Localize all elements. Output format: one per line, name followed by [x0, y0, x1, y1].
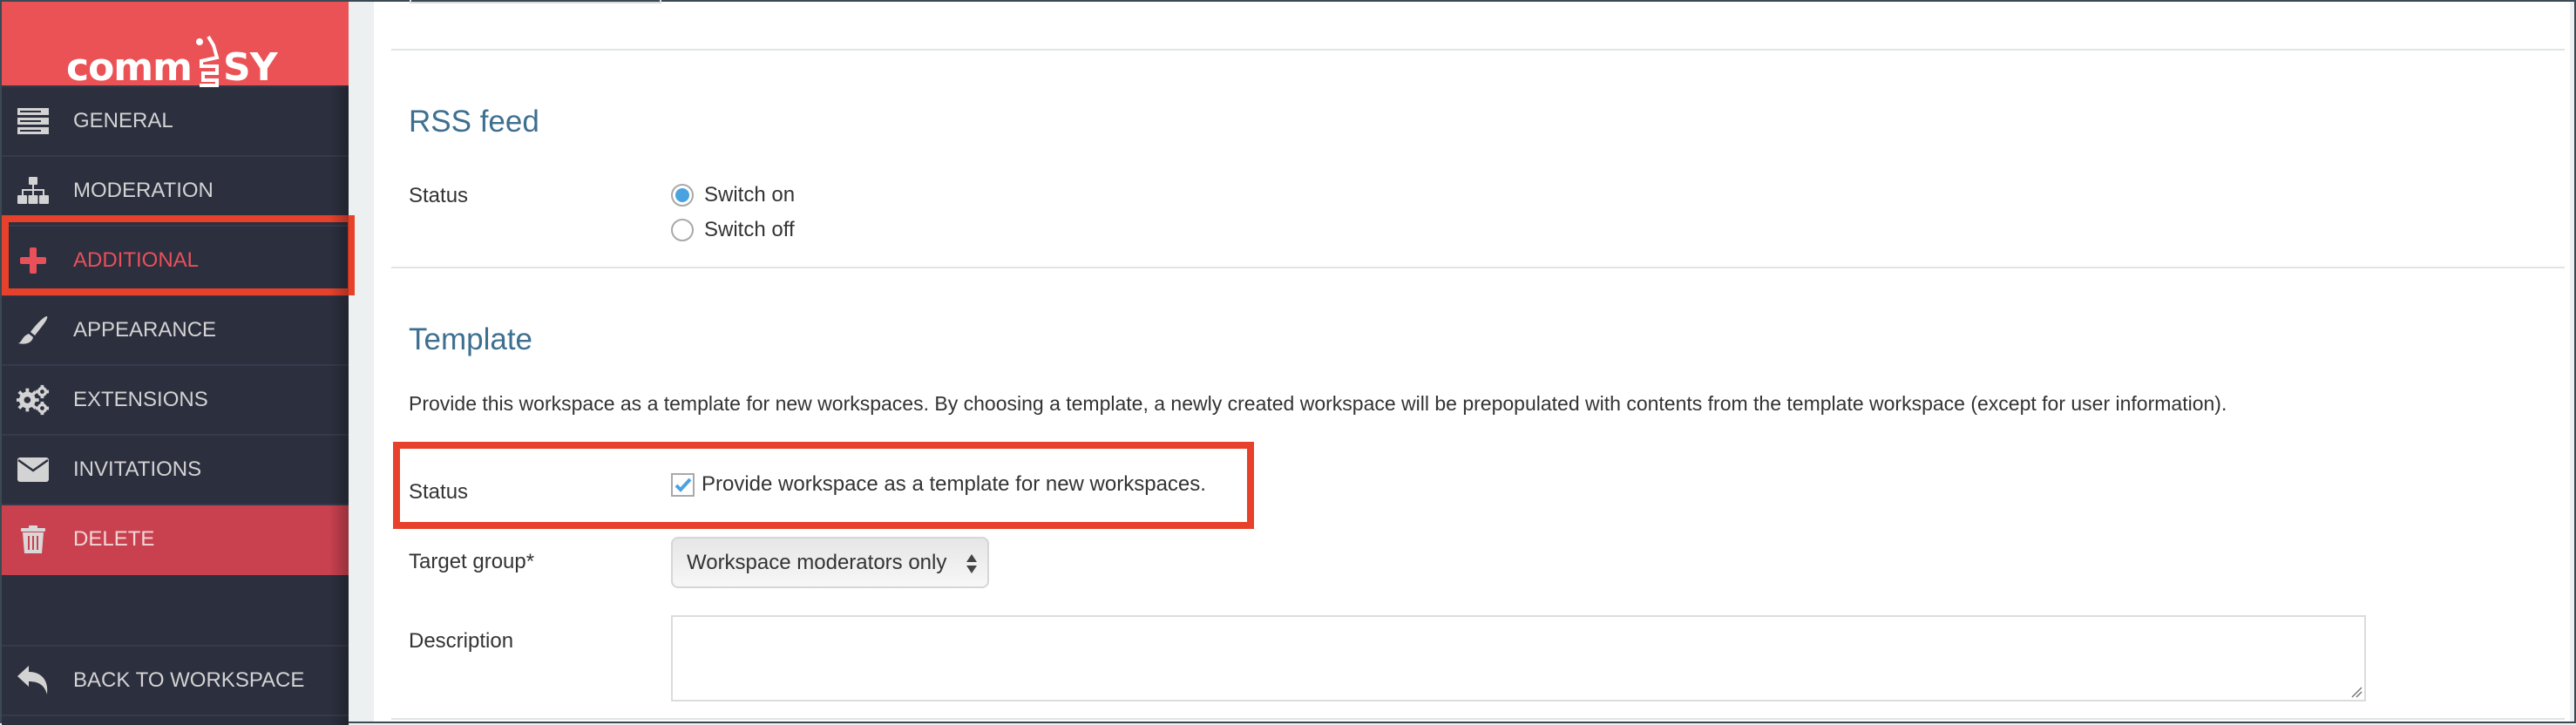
template-description-text: Provide this workspace as a template for… [409, 392, 2227, 415]
section-divider [391, 267, 2565, 268]
settings-content: RSS feed Status Switch on Switch off Tem… [374, 0, 2570, 722]
checkbox-label: Provide workspace as a template for new … [702, 472, 1206, 496]
sidebar: comm SY GENERAL MODERATION ADDITIONAL AP… [2, 2, 355, 725]
radio-label: Switch off [704, 218, 795, 241]
plus-icon [17, 247, 50, 274]
settings-nav: GENERAL MODERATION ADDITIONAL APPEARANCE… [2, 87, 349, 716]
template-status-label: Status [409, 480, 469, 504]
rss-switch-on-radio[interactable]: Switch on [671, 183, 795, 207]
sidebar-item-moderation[interactable]: MODERATION [2, 157, 349, 227]
logo-text-right: SY [223, 45, 278, 90]
sidebar-item-label: APPEARANCE [73, 318, 217, 342]
sidebar-spacer [2, 575, 349, 647]
sidebar-item-label: ADDITIONAL [73, 248, 200, 272]
sitemap-icon [17, 177, 50, 205]
sidebar-item-appearance[interactable]: APPEARANCE [2, 296, 349, 366]
sidebar-item-additional[interactable]: ADDITIONAL [2, 227, 349, 296]
template-status-checkbox[interactable]: Provide workspace as a template for new … [671, 472, 1206, 497]
section-bottom-edge [391, 718, 2565, 720]
description-textarea[interactable] [671, 615, 2366, 701]
back-to-workspace-link[interactable]: BACK TO WORKSPACE [2, 647, 349, 716]
rss-switch-off-radio[interactable]: Switch off [671, 218, 795, 242]
logo-text-left: comm [66, 45, 193, 90]
radio-checked[interactable] [671, 184, 694, 207]
logo-figure-icon [196, 35, 220, 87]
envelope-icon [17, 456, 50, 484]
rss-status-label: Status [409, 184, 469, 207]
previous-section-field [410, 0, 661, 3]
description-label: Description [409, 629, 514, 653]
template-heading: Template [409, 322, 533, 356]
server-stack-icon [17, 107, 50, 135]
rss-feed-heading: RSS feed [409, 105, 539, 139]
radio-unchecked[interactable] [671, 219, 694, 241]
sidebar-item-invitations[interactable]: INVITATIONS [2, 436, 349, 505]
radio-label: Switch on [704, 183, 796, 207]
sidebar-item-label: MODERATION [73, 179, 214, 202]
select-arrows-icon [966, 554, 977, 573]
checkmark-icon [675, 478, 691, 492]
sidebar-item-label: GENERAL [73, 109, 173, 132]
reply-arrow-icon [17, 666, 50, 695]
sidebar-item-general[interactable]: GENERAL [2, 87, 349, 157]
sidebar-item-extensions[interactable]: EXTENSIONS [2, 366, 349, 436]
commsy-logo[interactable]: comm SY [2, 2, 349, 87]
sidebar-item-delete[interactable]: DELETE [2, 505, 349, 575]
section-divider [391, 49, 2565, 51]
checkbox-checked[interactable] [671, 472, 695, 497]
target-group-label: Target group* [409, 550, 535, 573]
sidebar-item-label: EXTENSIONS [73, 388, 208, 411]
sidebar-item-label: BACK TO WORKSPACE [73, 668, 305, 692]
sidebar-item-label: DELETE [73, 527, 155, 551]
resize-grip-icon[interactable] [2350, 686, 2362, 698]
select-value: Workspace moderators only [687, 550, 947, 574]
trash-icon [17, 525, 50, 553]
paintbrush-icon [17, 315, 50, 344]
sidebar-item-label: INVITATIONS [73, 457, 202, 481]
gears-icon [17, 384, 50, 416]
target-group-select[interactable]: Workspace moderators only [671, 537, 989, 588]
